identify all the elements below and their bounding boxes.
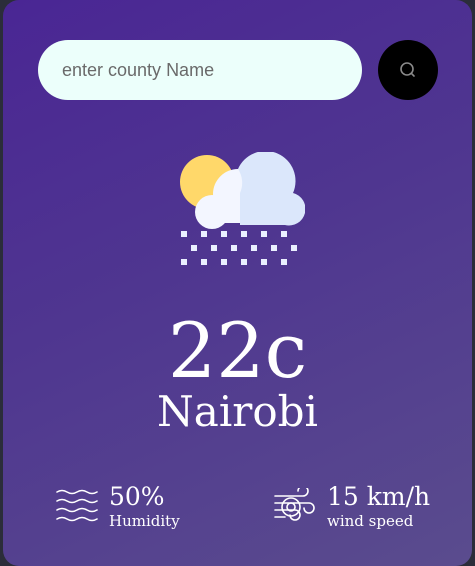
humidity-waves-icon — [56, 489, 98, 522]
temperature: 22c — [167, 306, 308, 395]
wind-value: 15 km/h — [327, 482, 431, 511]
city-name: Nairobi — [157, 387, 318, 436]
humidity-label: Humidity — [109, 512, 180, 530]
search-input[interactable] — [38, 40, 362, 100]
cloud-sun-snow-icon — [180, 152, 305, 265]
wind-text: 15 km/h wind speed — [327, 482, 430, 530]
humidity-detail: 50% Humidity — [55, 482, 180, 530]
weather-card: 22c Nairobi 50% Humidity — [3, 0, 472, 566]
wind-label: wind speed — [327, 512, 414, 530]
humidity-value: 50% — [109, 482, 165, 511]
humidity-text: 50% Humidity — [109, 482, 180, 530]
wind-icon — [274, 488, 315, 521]
search-icon — [400, 62, 415, 77]
wind-detail: 15 km/h wind speed — [273, 482, 430, 530]
search-button[interactable] — [378, 40, 438, 100]
